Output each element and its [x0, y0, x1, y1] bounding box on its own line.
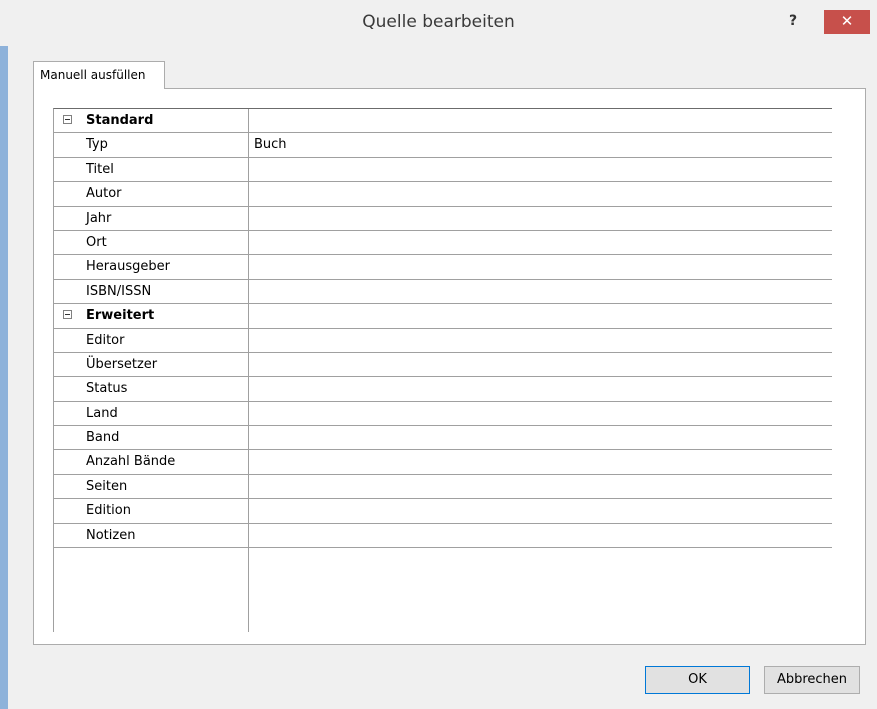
tab-panel: Standard Typ Buch Titel Autor Jahr Ort Herausge… — [33, 88, 866, 645]
property-name: Titel — [86, 161, 114, 177]
property-row[interactable]: Seiten — [54, 474, 832, 500]
property-row[interactable]: Titel — [54, 157, 832, 183]
property-value-field[interactable] — [249, 377, 832, 401]
title-bar: Quelle bearbeiten ? ✕ — [0, 0, 877, 46]
property-name: Notizen — [86, 527, 136, 543]
property-name: Editor — [86, 332, 125, 348]
property-row[interactable]: Herausgeber — [54, 255, 832, 280]
property-name: Autor — [86, 186, 122, 202]
property-name: ISBN/ISSN — [86, 283, 152, 299]
property-row[interactable]: Übersetzer — [54, 352, 832, 378]
help-button[interactable]: ? — [778, 10, 808, 34]
property-value-field[interactable] — [249, 523, 832, 548]
property-value-field[interactable] — [249, 450, 832, 474]
property-name: Jahr — [86, 210, 112, 226]
collapse-minus-icon[interactable] — [63, 115, 72, 124]
property-value-field[interactable] — [249, 157, 832, 182]
ok-button[interactable]: OK — [645, 666, 750, 694]
property-row[interactable]: Land — [54, 401, 832, 427]
property-row[interactable]: Typ Buch — [54, 133, 832, 158]
property-row[interactable]: Notizen — [54, 523, 832, 549]
property-name: Status — [86, 381, 128, 397]
property-row[interactable]: Status — [54, 377, 832, 402]
property-value-field[interactable] — [249, 255, 832, 279]
property-name: Land — [86, 405, 118, 421]
collapse-minus-icon[interactable] — [63, 310, 72, 320]
property-row[interactable]: Anzahl Bände — [54, 450, 832, 475]
tab-manuell-ausfuellen[interactable]: Manuell ausfüllen — [33, 61, 165, 89]
category-label: Standard — [86, 113, 154, 128]
dialog-window: Quelle bearbeiten ? ✕ Manuell ausfüllen … — [0, 0, 877, 709]
cancel-button[interactable]: Abbrechen — [764, 666, 860, 694]
property-value-field[interactable] — [249, 401, 832, 426]
property-value-field[interactable] — [249, 352, 832, 377]
property-row[interactable]: Edition — [54, 499, 832, 524]
close-button[interactable]: ✕ — [824, 10, 870, 34]
property-name: Typ — [86, 137, 108, 153]
property-row[interactable]: ISBN/ISSN — [54, 279, 832, 305]
category-row[interactable]: Erweitert — [54, 304, 832, 329]
property-name: Anzahl Bände — [86, 454, 176, 470]
property-value-field[interactable] — [249, 279, 832, 304]
property-value: Buch — [254, 137, 287, 153]
property-row[interactable]: Autor — [54, 182, 832, 207]
property-value-field[interactable] — [249, 133, 832, 157]
property-row[interactable]: Band — [54, 426, 832, 451]
property-value-field[interactable] — [249, 474, 832, 499]
property-row[interactable]: Editor — [54, 328, 832, 353]
property-row[interactable]: Ort — [54, 230, 832, 256]
category-label: Erweitert — [86, 308, 155, 324]
property-value-field[interactable] — [249, 182, 832, 206]
property-name: Ort — [86, 234, 107, 250]
property-name: Übersetzer — [86, 356, 158, 372]
property-value-field[interactable] — [249, 499, 832, 523]
window-title: Quelle bearbeiten — [362, 12, 515, 32]
column-divider[interactable] — [248, 109, 249, 632]
property-value-field[interactable] — [249, 328, 832, 352]
property-name: Band — [86, 430, 120, 446]
property-name: Seiten — [86, 478, 128, 494]
category-row[interactable]: Standard — [54, 109, 832, 134]
property-grid: Standard Typ Buch Titel Autor Jahr Ort Herausge… — [53, 108, 832, 632]
property-value-field[interactable] — [249, 230, 832, 255]
property-row[interactable]: Jahr — [54, 206, 832, 231]
property-name: Herausgeber — [86, 259, 170, 275]
property-name: Edition — [86, 503, 131, 519]
property-value-field[interactable] — [249, 206, 832, 230]
property-value-field[interactable] — [249, 426, 832, 450]
dialog-client-area: Manuell ausfüllen Standard Typ Buch Titel Au… — [8, 46, 877, 709]
